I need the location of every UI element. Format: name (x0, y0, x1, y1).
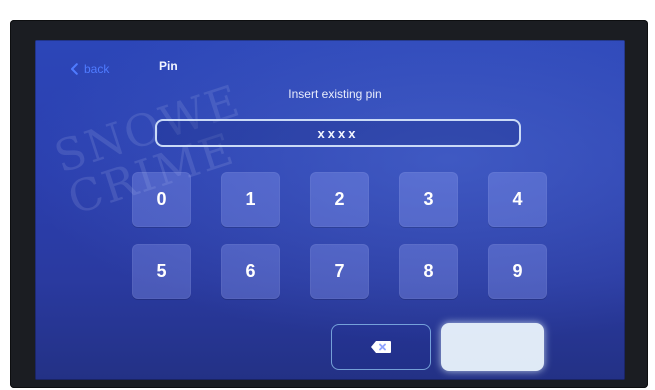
key-6[interactable]: 6 (221, 244, 280, 299)
key-1[interactable]: 1 (221, 172, 280, 227)
key-4[interactable]: 4 (488, 172, 547, 227)
pin-prompt: Insert existing pin (288, 87, 382, 101)
chevron-left-icon (70, 63, 78, 75)
key-7[interactable]: 7 (310, 244, 369, 299)
page-title: Pin (159, 59, 178, 73)
pin-field[interactable]: xxxx (155, 119, 521, 147)
backspace-button[interactable] (331, 324, 431, 370)
pin-screen: SNOWE CRIME back Pin Insert existing pin… (35, 40, 625, 380)
back-label: back (84, 62, 110, 76)
back-button[interactable]: back (70, 60, 109, 78)
key-2[interactable]: 2 (310, 172, 369, 227)
key-0[interactable]: 0 (132, 172, 191, 227)
confirm-button[interactable] (441, 323, 544, 371)
key-8[interactable]: 8 (399, 244, 458, 299)
backspace-icon (370, 340, 392, 354)
key-9[interactable]: 9 (488, 244, 547, 299)
key-3[interactable]: 3 (399, 172, 458, 227)
key-5[interactable]: 5 (132, 244, 191, 299)
keypad: 0 1 2 3 4 5 6 7 8 9 (132, 172, 547, 304)
